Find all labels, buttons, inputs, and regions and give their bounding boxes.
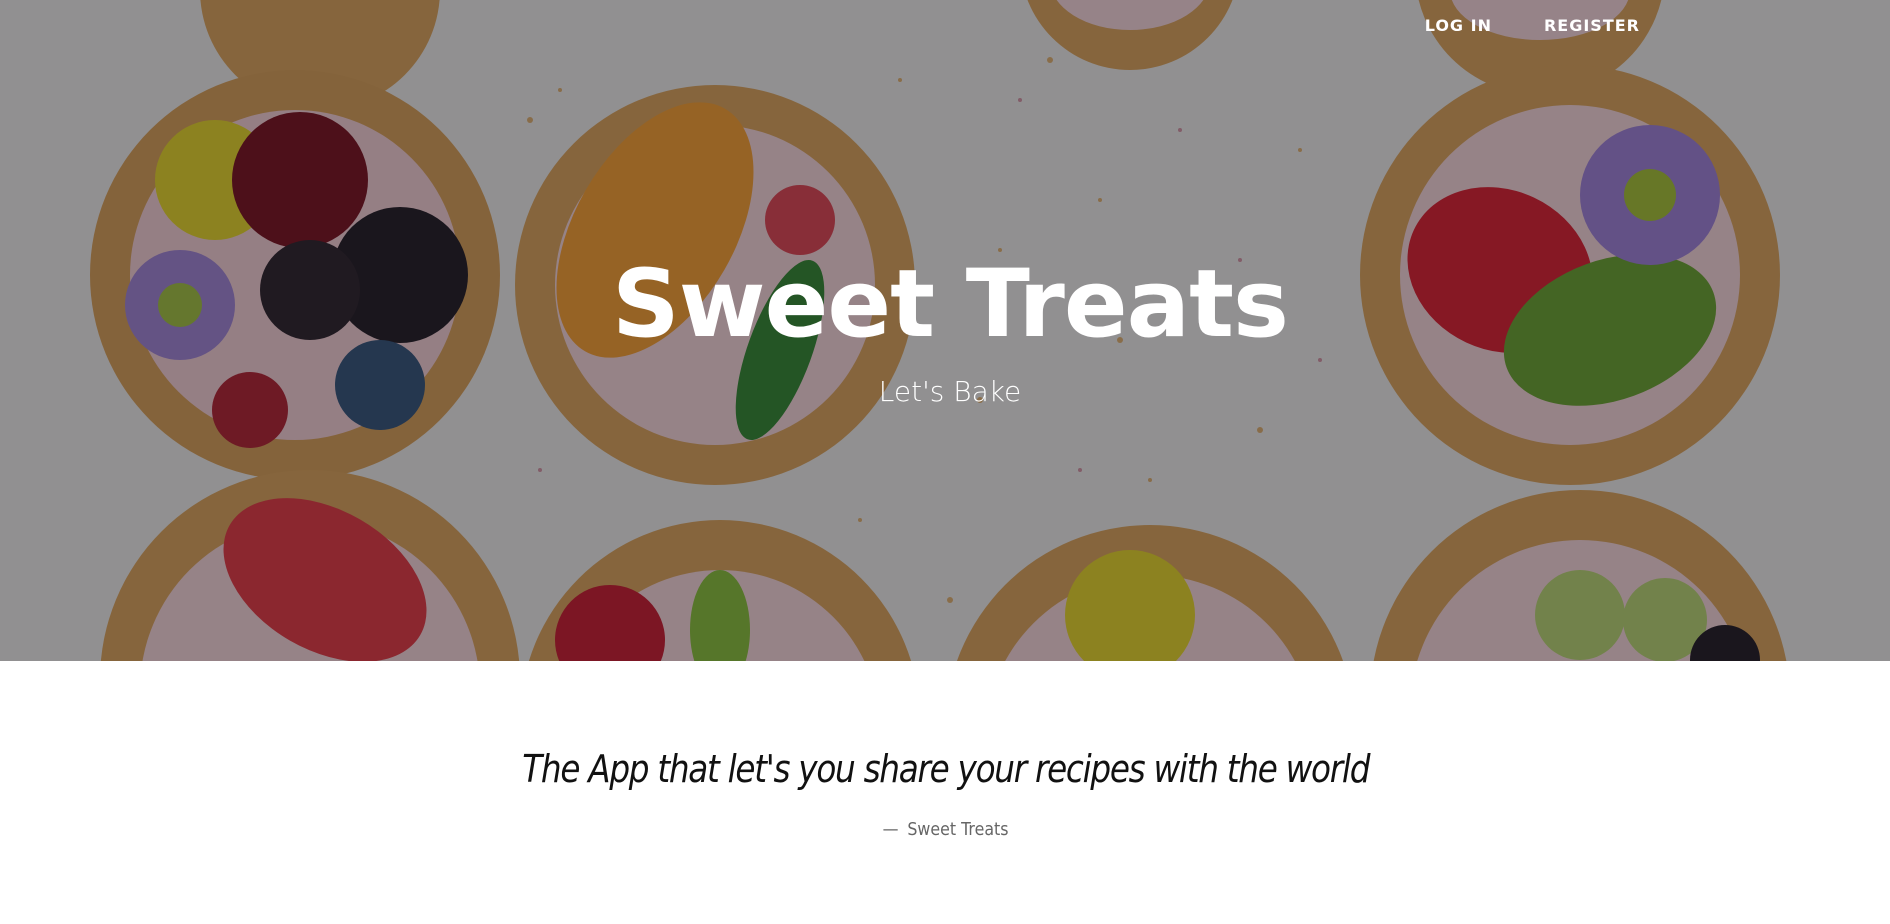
quote-section: The App that let's you share your recipe… (0, 661, 1890, 924)
hero-title: Sweet Treats (612, 250, 1289, 359)
quote-attribution: — Sweet Treats (114, 819, 1777, 840)
register-link[interactable]: REGISTER (1544, 16, 1640, 35)
quote-text: The App that let's you share your recipe… (522, 747, 1370, 791)
top-nav: LOG IN REGISTER (1425, 16, 1640, 35)
attribution-name: Sweet Treats (907, 819, 1009, 840)
login-link[interactable]: LOG IN (1425, 16, 1492, 35)
hero-banner: LOG IN REGISTER Sweet Treats Let's Bake (0, 0, 1890, 661)
hero-subtitle: Let's Bake (878, 375, 1022, 408)
attribution-dash: — (882, 819, 899, 840)
